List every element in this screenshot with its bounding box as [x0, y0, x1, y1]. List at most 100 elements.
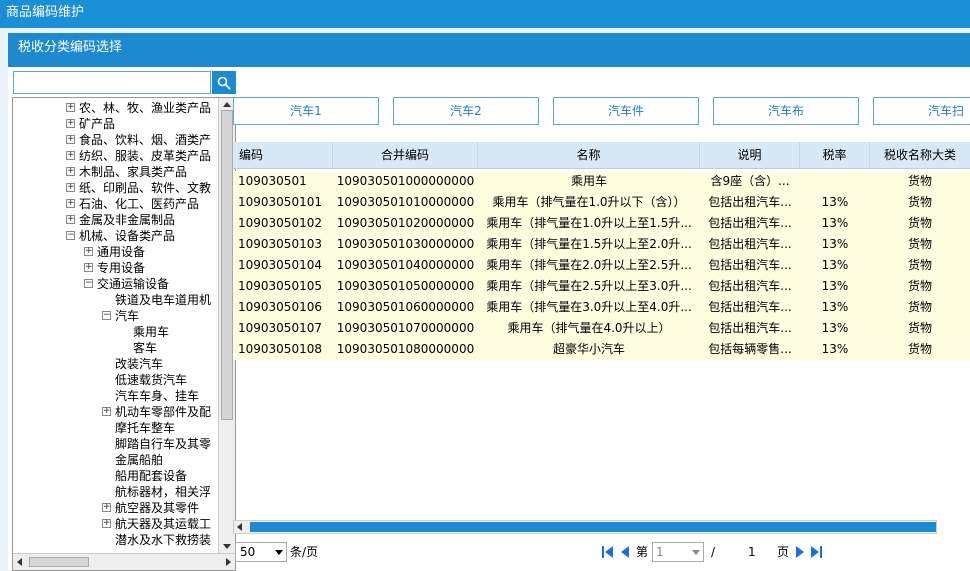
cell-code: 10903050101 — [238, 195, 322, 209]
grid-scroll-thumb[interactable] — [250, 522, 936, 532]
scroll-right-icon[interactable] — [226, 558, 231, 566]
chevron-down-icon — [692, 550, 700, 555]
tab-button-2[interactable]: 汽车2 — [393, 97, 539, 125]
cell-name: 乘用车（排气量在2.0升以上至2.5升... — [486, 258, 692, 272]
page-size-select[interactable]: 50 — [235, 542, 287, 562]
tree-node-label: 航标器材，相关浮 — [115, 485, 212, 499]
expand-icon[interactable]: + — [66, 183, 75, 192]
grid-scroll-left-icon[interactable] — [237, 523, 242, 531]
tree-node-label: 低速载货汽车 — [115, 373, 188, 387]
cell-name: 乘用车（排气量在1.0升以下（含）） — [492, 195, 686, 209]
table-row[interactable]: 10903050108 109030501080000000 超豪华小汽车 包括每辆零… — [233, 339, 970, 360]
grid-horizontal-scrollbar[interactable] — [233, 520, 937, 534]
col-header-merged-code[interactable]: 合并编码 — [333, 142, 478, 169]
expand-icon[interactable]: + — [66, 135, 75, 144]
expand-icon[interactable]: + — [66, 215, 75, 224]
tree-horizontal-scrollbar[interactable] — [13, 553, 235, 570]
cell-name: 乘用车（排气量在1.5升以上至2.0升... — [486, 237, 692, 251]
expand-icon[interactable]: + — [66, 199, 75, 208]
cell-merged-code: 109030501030000000 — [336, 237, 475, 251]
collapse-icon[interactable]: − — [102, 311, 111, 320]
col-header-tax-rate[interactable]: 税率 — [800, 142, 870, 169]
table-row[interactable]: 10903050106 109030501060000000 乘用车（排气量在3.0… — [233, 297, 970, 318]
category-tree[interactable]: + 农、林、牧、渔业类产品 + 矿产品 + 食品、饮料、烟、酒类产 + 纺织、服装、皮革类产品… — [12, 97, 236, 571]
col-header-code[interactable]: 编码 — [233, 142, 333, 169]
cell-description: 包括每辆零售... — [708, 342, 792, 356]
search-icon — [217, 76, 231, 90]
tree-node-label: 金属船舶 — [115, 453, 164, 467]
tab-button-3[interactable]: 汽车件 — [553, 97, 699, 125]
cell-code: 10903050102 — [238, 216, 322, 230]
cell-description: 包括出租汽车... — [708, 258, 792, 272]
table-row[interactable]: 109030501 109030501000000000 乘用车 含9座（含）... 货… — [233, 171, 970, 192]
scroll-up-icon[interactable] — [223, 102, 231, 107]
tree-node-label: 潜水及水下救捞装 — [115, 533, 212, 547]
cell-code: 10903050104 — [238, 258, 322, 272]
cell-tax-category: 货物 — [907, 174, 932, 188]
expand-icon[interactable]: + — [84, 263, 93, 272]
expand-icon[interactable]: + — [102, 407, 111, 416]
last-page-icon[interactable] — [810, 545, 822, 559]
tab-button-1[interactable]: 汽车1 — [233, 97, 379, 125]
table-row[interactable]: 10903050102 109030501020000000 乘用车（排气量在1.0… — [233, 213, 970, 234]
tree-node-label: 通用设备 — [97, 245, 146, 259]
cell-code: 10903050103 — [238, 237, 322, 251]
table-row[interactable]: 10903050101 109030501010000000 乘用车（排气量在1.0… — [233, 192, 970, 213]
cell-merged-code: 109030501080000000 — [336, 342, 475, 356]
page-prefix-label: 第 — [636, 545, 649, 559]
scroll-left-icon[interactable] — [17, 558, 22, 566]
cell-description: 含9座（含）... — [710, 174, 790, 188]
current-page-value: 1 — [656, 545, 664, 559]
expand-icon[interactable]: + — [66, 103, 75, 112]
table-row[interactable]: 10903050107 109030501070000000 乘用车（排气量在4.0… — [233, 318, 970, 339]
cell-tax-category: 货物 — [907, 300, 932, 314]
tree-node-label: 汽车车身、挂车 — [115, 389, 200, 403]
cell-code: 10903050106 — [238, 300, 322, 314]
cell-tax-rate: 13% — [821, 321, 849, 335]
tree-hscroll-thumb[interactable] — [29, 557, 89, 567]
table-row[interactable]: 10903050105 109030501050000000 乘用车（排气量在2.5… — [233, 276, 970, 297]
tree-node-label: 纸、印刷品、软件、文教 — [79, 181, 212, 195]
tree-node-label: 改装汽车 — [115, 357, 164, 371]
search-button[interactable] — [212, 71, 236, 94]
page-suffix-label: 页 — [777, 545, 790, 559]
cell-code: 10903050105 — [238, 279, 322, 293]
cell-description: 包括出租汽车... — [708, 321, 792, 335]
col-header-tax-category[interactable]: 税收名称大类 — [870, 142, 970, 169]
cell-tax-rate: 13% — [821, 342, 849, 356]
scroll-down-icon[interactable] — [223, 544, 231, 549]
expand-icon[interactable]: + — [102, 519, 111, 528]
collapse-icon[interactable]: − — [84, 279, 93, 288]
tab-button-5[interactable]: 汽车扫 — [873, 97, 970, 125]
tree-node-label: 交通运输设备 — [97, 277, 170, 291]
tree-node-label: 摩托车整车 — [115, 421, 176, 435]
collapse-icon[interactable]: − — [66, 231, 75, 240]
cell-merged-code: 109030501020000000 — [336, 216, 475, 230]
cell-merged-code: 109030501040000000 — [336, 258, 475, 272]
search-input[interactable] — [13, 71, 211, 94]
cell-merged-code: 109030501010000000 — [336, 195, 475, 209]
cell-tax-category: 货物 — [907, 258, 932, 272]
col-header-name[interactable]: 名称 — [478, 142, 700, 169]
col-header-description[interactable]: 说明 — [700, 142, 800, 169]
tree-scroll-thumb[interactable] — [221, 110, 233, 420]
cell-description: 包括出租汽车... — [708, 279, 792, 293]
expand-icon[interactable]: + — [102, 503, 111, 512]
table-row[interactable]: 10903050103 109030501030000000 乘用车（排气量在1.5… — [233, 234, 970, 255]
prev-page-icon[interactable] — [619, 545, 631, 559]
expand-icon[interactable]: + — [66, 119, 75, 128]
tree-node-label: 食品、饮料、烟、酒类产 — [79, 133, 212, 147]
tree-node-label: 矿产品 — [79, 117, 116, 131]
expand-icon[interactable]: + — [66, 151, 75, 160]
next-page-icon[interactable] — [794, 545, 806, 559]
tree-node-label: 机动车零部件及配 — [115, 405, 212, 419]
current-page-select[interactable]: 1 — [652, 542, 704, 562]
first-page-icon[interactable] — [602, 545, 614, 559]
tree-items: + 农、林、牧、渔业类产品 + 矿产品 + 食品、饮料、烟、酒类产 + 纺织、服装、皮革类产品… — [13, 98, 219, 553]
cell-tax-category: 货物 — [907, 195, 932, 209]
expand-icon[interactable]: + — [66, 167, 75, 176]
tab-button-4[interactable]: 汽车布 — [713, 97, 859, 125]
cell-merged-code: 109030501070000000 — [336, 321, 475, 335]
table-row[interactable]: 10903050104 109030501040000000 乘用车（排气量在2.0… — [233, 255, 970, 276]
expand-icon[interactable]: + — [84, 247, 93, 256]
